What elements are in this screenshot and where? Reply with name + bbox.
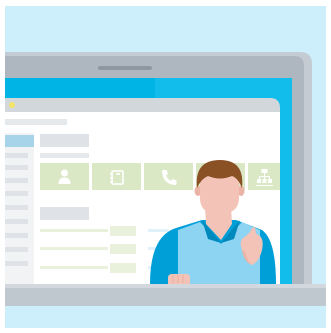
tile-address-book [92,163,141,190]
window-titlebar [5,98,280,112]
content-subtitle-placeholder [40,153,89,158]
sidebar-item [5,178,28,183]
section-title-placeholder [40,207,89,220]
content-title-placeholder [40,134,89,147]
sidebar-item [5,191,28,196]
action-tiles [40,163,280,190]
sidebar-item [5,205,28,210]
sidebar-item [5,233,28,238]
contact-center-illustration [0,0,331,333]
illustration-canvas [5,6,326,328]
agent-resting-hand [168,274,190,284]
window-header-placeholder [5,119,67,125]
tile-phone [144,163,193,190]
sidebar-item [5,219,28,224]
laptop-base-edge [5,284,326,288]
sidebar-item [5,261,28,266]
webcam-slot [98,66,152,70]
window-status-dot [9,102,15,108]
sidebar-item [5,247,28,252]
sidebar-item [5,165,28,170]
sidebar-item-active [5,135,34,147]
sidebar-item [5,153,28,158]
sidebar-items [5,153,28,266]
sidebar [5,133,34,284]
